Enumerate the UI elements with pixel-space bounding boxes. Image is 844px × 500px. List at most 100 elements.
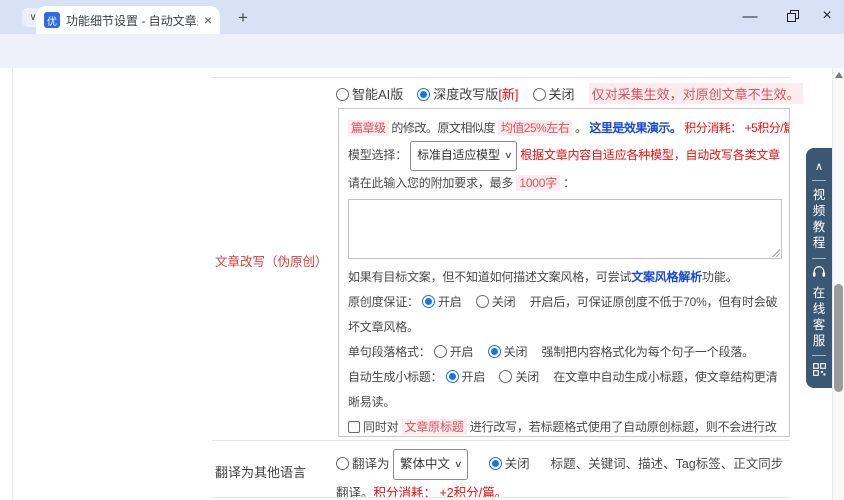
browser-window: ∨ 优 功能细节设置 - 自动文章采集 × + — × ← → [0,0,844,500]
extra-requirement-textarea[interactable] [348,199,782,259]
chapter-level-highlight: 篇章级 [348,120,389,136]
rewrite-detail-box: 篇章级 的修改。原文相似度 均值25%左右 。 这里是效果演示。 积分消耗： +… [338,108,790,437]
left-divider [12,68,13,500]
page-content: 智能AI版 深度改写版[新] 关闭 仅对采集生效，对原创文章不生效。 篇章级 的… [0,68,832,500]
radio-label: 开启 [462,370,486,384]
radio-deep-rewrite[interactable]: 深度改写版[新] [417,84,518,103]
single-paragraph-note: 强制把内容格式化为每个句子一个段落。 [542,345,754,359]
char-limit-highlight: 1000字 [516,175,560,191]
side-widget: ∧ 视频教程 在线客服 [806,148,832,388]
browser-tab[interactable]: 优 功能细节设置 - 自动文章采集 × [36,6,220,34]
rewrite-section-label: 文章改写（伪原创） [215,251,328,270]
new-tab-button[interactable]: + [233,8,253,28]
model-line: 模型选择： 标准自适应模型∨ 根据文章内容自适应各种模型，自动改写各类文章 [348,141,780,171]
extra-requirement-textarea-wrap [348,199,782,259]
chevron-down-icon: ∨ [454,451,463,477]
radio-label: 关闭 [492,295,516,309]
radio-label: 深度改写版 [433,87,498,102]
radio-subheading-off[interactable]: 关闭 [499,370,539,384]
radio-selected-icon [417,88,430,101]
title-rewrite-checkbox[interactable] [348,421,360,433]
mode-note: 仅对采集生效，对原创文章不生效。 [589,83,803,104]
style-tip-text: 功能。 [702,270,737,284]
radio-subheading-on[interactable]: 开启 [446,370,486,384]
model-label: 模型选择： [348,148,407,162]
close-tab-icon[interactable]: × [204,13,212,27]
minimize-button[interactable]: — [735,4,765,28]
tab-strip: ∨ 优 功能细节设置 - 自动文章采集 × + — × [0,0,844,34]
style-tip-line: 如果有目标文案，但不知道如何描述文案风格，可尝试文案风格解析功能。 [348,265,780,290]
originality-label: 原创度保证： [348,295,419,309]
model-select-value: 标准自适应模型 [417,143,500,168]
demo-link[interactable]: 这里是效果演示。 [589,121,681,135]
language-select-value: 繁体中文 [400,451,450,477]
summary-text: 的修改。原文相似度 [389,121,498,135]
headset-icon [812,265,826,278]
radio-icon [336,88,349,101]
single-paragraph-line: 单句段落格式： 开启 关闭 强制把内容格式化为每个句子一个段落。 [348,340,780,365]
radio-mode-off[interactable]: 关闭 [533,84,575,103]
radio-smart-ai[interactable]: 智能AI版 [336,84,403,103]
model-note: 根据文章内容自适应各种模型，自动改写各类文章 [520,148,780,162]
model-select[interactable]: 标准自适应模型∨ [410,141,517,171]
radio-single-par-on[interactable]: 开启 [434,345,474,359]
radio-label: 智能AI版 [352,87,403,102]
style-tip-text: 如果有目标文案，但不知道如何描述文案风格，可尝试 [348,270,631,284]
radio-icon [434,345,447,358]
subheading-label: 自动生成小标题： [348,370,442,384]
language-select[interactable]: 繁体中文∨ [393,449,468,480]
browser-toolbar: ← → ucaiyun.com/caiji/settings/ ☆ # ⋮ [0,34,844,68]
summary-text: 。 [572,121,589,135]
radio-label: 关闭 [505,457,530,471]
radio-label: 关闭 [549,87,575,102]
online-service-tab[interactable]: 在线客服 [812,285,826,349]
radio-single-par-off[interactable]: 关闭 [488,345,528,359]
title-rewrite-text: 同时对 [363,420,402,434]
rewrite-mode-row: 智能AI版 深度改写版[新] 关闭 仅对采集生效，对原创文章不生效。 [336,83,803,104]
style-analysis-link[interactable]: 文案风格解析 [631,270,702,284]
tab-title: 功能细节设置 - 自动文章采集 [66,12,198,29]
original-title-highlight: 文章原标题 [402,419,467,435]
collapse-widget-button[interactable]: ∧ [815,160,823,173]
radio-selected-icon [446,370,459,383]
summary-line: 篇章级 的修改。原文相似度 均值25%左右 。 这里是效果演示。 积分消耗： +… [348,116,780,141]
translate-section-label: 翻译为其他语言 [215,462,306,481]
close-window-button[interactable]: × [812,4,842,28]
radio-label: 关闭 [504,345,528,359]
widget-divider [812,355,826,356]
widget-divider [812,258,826,259]
radio-label: 开启 [450,345,474,359]
extra-req-text: 请在此输入您的附加要求，最多 [348,176,516,190]
video-tutorial-tab[interactable]: 视频教程 [812,187,826,251]
subheading-line: 自动生成小标题： 开启 关闭 在文章中自动生成小标题，使文章结构更清晰易读。 [348,365,780,415]
restore-icon [787,10,799,22]
radio-icon [499,370,512,383]
radio-selected-icon [489,457,502,470]
radio-translate-off[interactable]: 关闭 [489,457,530,471]
widget-divider [812,180,826,181]
row-divider-middle [212,440,790,441]
row-divider-bottom [212,497,790,498]
radio-icon [476,295,489,308]
radio-originality-off[interactable]: 关闭 [476,295,516,309]
page-scrollbar[interactable] [832,68,844,500]
radio-selected-icon [422,295,435,308]
site-favicon: 优 [44,12,60,28]
translate-settings: 翻译为 繁体中文∨ 关闭 标题、关键词、描述、Tag标签、正文同步翻译。积分消耗… [336,449,792,500]
scrollbar-thumb[interactable] [834,284,843,392]
single-paragraph-label: 单句段落格式： [348,345,431,359]
radio-label: 翻译为 [352,457,390,471]
radio-originality-on[interactable]: 开启 [422,295,462,309]
radio-label: 开启 [438,295,462,309]
extra-requirement-line: 请在此输入您的附加要求，最多 1000字 ： [348,171,780,196]
qr-code-icon[interactable] [813,363,826,376]
originality-line: 原创度保证： 开启 关闭 开启后，可保证原创度不低于70%，但有时会破坏文章风格… [348,290,780,340]
chevron-down-icon: ∨ [504,143,512,168]
radio-label: 关闭 [515,370,539,384]
radio-icon [336,457,349,470]
scroll-up-arrow-icon[interactable] [835,72,843,78]
restore-button[interactable] [778,4,808,28]
radio-icon [533,88,546,101]
new-badge: [新] [498,87,518,102]
radio-translate[interactable]: 翻译为 [336,457,390,471]
